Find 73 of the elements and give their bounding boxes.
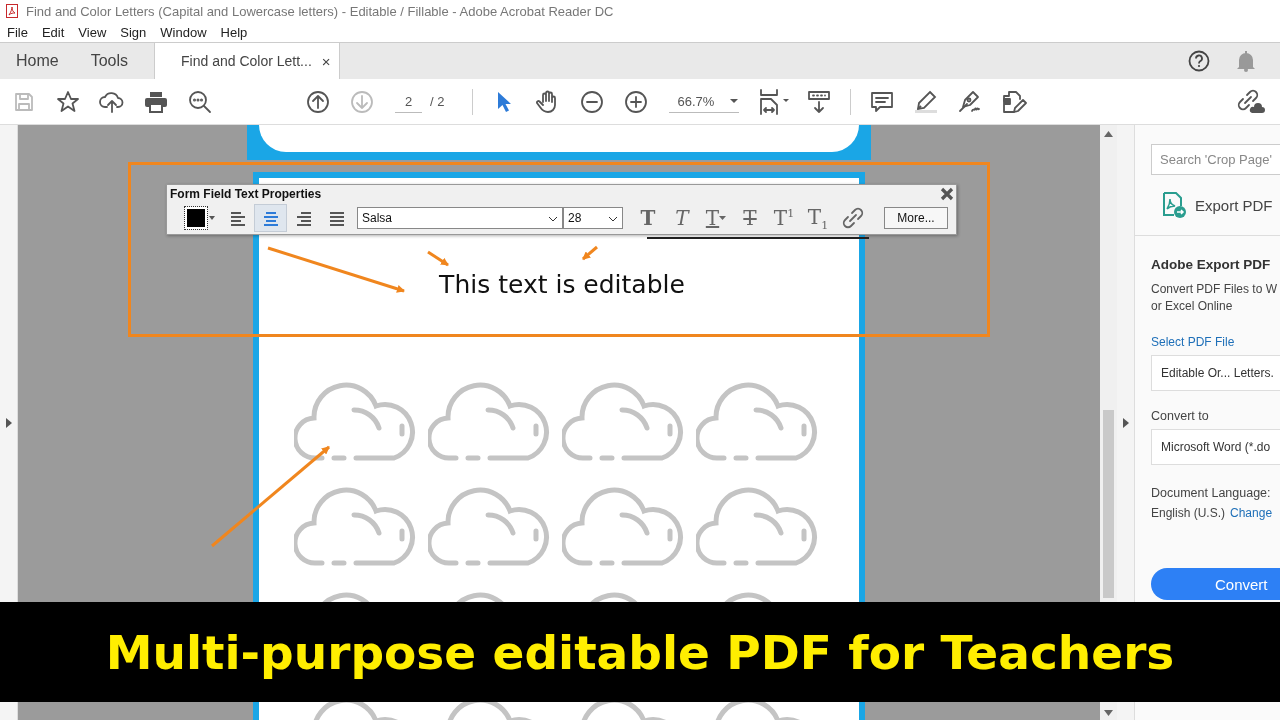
close-tab-button[interactable]: × <box>321 52 331 70</box>
caret-icon[interactable] <box>209 216 215 220</box>
panel-tool-title[interactable]: Export PDF <box>1195 196 1273 214</box>
more-button[interactable]: More... <box>884 207 948 229</box>
link-icon[interactable] <box>1235 88 1265 115</box>
link-icon[interactable] <box>841 206 865 230</box>
comment-icon[interactable] <box>870 89 895 114</box>
menu-item[interactable]: Window <box>160 24 213 40</box>
tab[interactable]: Home <box>0 43 75 79</box>
app-logo-icon <box>6 4 18 18</box>
menu-item[interactable]: View <box>78 24 113 40</box>
subscript-button[interactable]: T$_{1}$ <box>801 204 835 232</box>
page-number-field[interactable]: 2 <box>395 90 422 113</box>
caret-icon[interactable] <box>548 216 558 222</box>
panel-heading: Adobe Export PDF <box>1151 257 1272 272</box>
change-link[interactable]: Change <box>1230 506 1273 520</box>
align-center-button[interactable] <box>254 204 287 232</box>
underline-button[interactable]: T <box>699 206 733 230</box>
select-file-link[interactable]: Select PDF File <box>1151 335 1280 349</box>
menu-item[interactable]: Sign <box>120 24 153 40</box>
tab[interactable]: Tools <box>74 43 145 79</box>
panel-description: Convert PDF Files to W <box>1151 281 1279 298</box>
search-icon[interactable] <box>188 89 212 114</box>
arrow <box>427 250 449 267</box>
window-title: Find and Color Letters (Capital and Lowercase letters) - Editable / Fillable - Adobe Acrobat Reader DC <box>26 3 614 19</box>
help-icon[interactable] <box>1188 50 1210 72</box>
italic-button[interactable]: T <box>665 206 699 230</box>
print-icon[interactable] <box>144 90 168 113</box>
expand-panel-icon[interactable] <box>5 417 12 428</box>
close-icon[interactable] <box>940 187 954 201</box>
bold-button[interactable]: T <box>631 206 665 230</box>
font-size-dropdown[interactable]: 28 <box>563 207 623 229</box>
align-left-icon[interactable] <box>228 210 247 226</box>
panel-description: or Excel Online <box>1151 298 1234 315</box>
text-color-picker[interactable] <box>185 207 215 229</box>
strikethrough-button[interactable]: T <box>733 206 767 230</box>
arrow <box>582 245 598 261</box>
scroll-mode-icon[interactable] <box>807 89 832 114</box>
menu-item[interactable]: Edit <box>41 24 71 40</box>
editable-text-field[interactable]: This text is editable <box>439 268 685 302</box>
caret-icon[interactable] <box>729 98 740 104</box>
star-icon[interactable] <box>56 89 80 114</box>
convert-button[interactable]: Convert <box>1151 568 1280 600</box>
file-dropdown[interactable]: Editable Or... Letters. <box>1151 355 1280 391</box>
menu-item[interactable]: File <box>7 24 34 40</box>
tab[interactable]: Find and Color Lett... × <box>154 43 340 79</box>
convert-to-label: Convert to <box>1151 409 1210 423</box>
language-value: English (U.S.) <box>1151 506 1226 520</box>
zoom-out-icon[interactable] <box>580 89 605 114</box>
zoom-in-icon[interactable] <box>624 89 649 114</box>
scroll-down-icon[interactable] <box>1104 710 1113 716</box>
banner-title: Multi-purpose editable PDF for Teachers <box>105 624 1175 680</box>
align-center-icon[interactable] <box>261 210 280 226</box>
search-field[interactable]: Search 'Crop Page' <box>1151 144 1280 175</box>
align-right-icon[interactable] <box>294 210 313 226</box>
align-justify-icon[interactable] <box>327 210 346 226</box>
page-count: / 2 <box>430 94 445 109</box>
export-pdf-icon <box>1162 192 1186 218</box>
highlighter-icon[interactable] <box>913 89 940 114</box>
zoom-dropdown[interactable]: 66.7% <box>669 90 740 113</box>
superscript-button[interactable]: T$^{1}$ <box>767 206 801 230</box>
collapse-panel-icon[interactable] <box>1122 417 1129 428</box>
scrollbar-thumb[interactable] <box>1103 410 1114 598</box>
language-label: Document Language: <box>1151 486 1272 500</box>
font-dropdown[interactable]: Salsa <box>357 207 563 229</box>
fill-sign-icon[interactable] <box>1001 89 1028 114</box>
format-dropdown[interactable]: Microsoft Word (*.do <box>1151 429 1280 465</box>
menu-item[interactable]: Help <box>220 24 254 40</box>
caret-icon[interactable] <box>608 216 618 222</box>
cursor-icon[interactable] <box>496 90 513 113</box>
cloud-upload-icon[interactable] <box>99 89 125 114</box>
dialog-title: Form Field Text Properties <box>170 187 322 201</box>
scroll-up-icon[interactable] <box>1104 131 1113 137</box>
